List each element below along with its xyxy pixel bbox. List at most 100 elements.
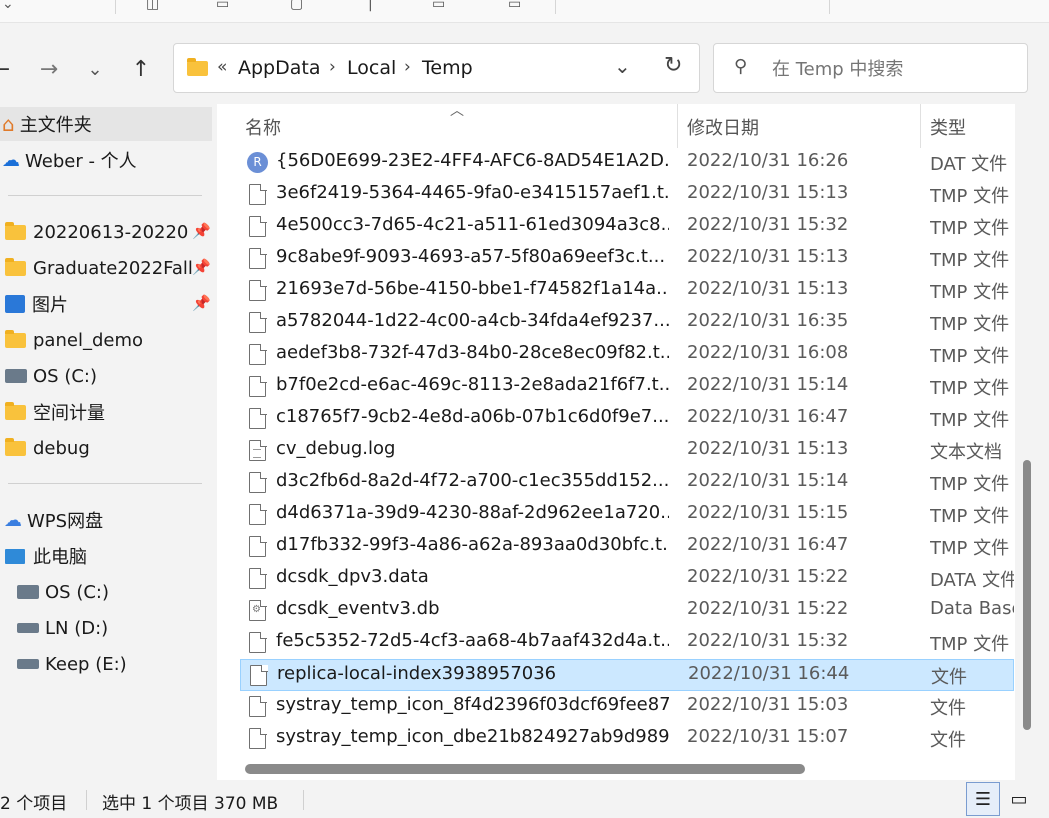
- file-type: TMP 文件: [930, 186, 1010, 207]
- sidebar-item-onedrive[interactable]: ☁ Weber - 个人: [0, 143, 137, 177]
- column-header-type[interactable]: 类型: [930, 114, 966, 140]
- horizontal-scrollbar[interactable]: [245, 764, 805, 774]
- sidebar-item-wps[interactable]: ☁ WPS网盘: [0, 503, 103, 537]
- file-row[interactable]: d3c2fb6d-8a2d-4f72-a700-c1ec355dd152....…: [240, 467, 1014, 499]
- share-icon[interactable]: |: [368, 0, 373, 12]
- file-icon: [249, 631, 267, 653]
- toolbar-icon[interactable]: ⌄: [2, 0, 14, 12]
- column-divider[interactable]: [920, 104, 921, 148]
- sidebar-item-label: Keep (E:): [45, 653, 127, 675]
- file-name: {56D0E699-23E2-4FF4-AFC6-8AD54E1A2D...: [276, 150, 669, 171]
- breadcrumb-local[interactable]: Local: [347, 57, 396, 79]
- sidebar-item-label: OS (C:): [45, 581, 109, 603]
- sidebar-divider: [8, 195, 202, 196]
- file-type: TMP 文件: [930, 410, 1010, 431]
- file-row[interactable]: fe5c5352-72d5-4cf3-aa68-4b7aaf432d4a.t..…: [240, 627, 1014, 659]
- file-icon: [249, 535, 267, 557]
- sidebar-item-label: 此电脑: [33, 547, 87, 568]
- file-row[interactable]: dcsdk_eventv3.db 2022/10/31 15:22 Data Bas…: [240, 595, 1014, 627]
- status-divider: [303, 790, 304, 810]
- breadcrumb-separator[interactable]: ›: [404, 57, 411, 77]
- chevron-down-icon: ⌄: [87, 58, 103, 80]
- file-row[interactable]: 3e6f2419-5364-4465-9fa0-e3415157aef1.t..…: [240, 179, 1014, 211]
- breadcrumb-separator[interactable]: ›: [329, 57, 336, 77]
- sidebar-item-debug[interactable]: debug: [0, 431, 90, 465]
- forward-button[interactable]: →: [32, 52, 66, 86]
- item-count: 2 个项目: [0, 794, 68, 814]
- file-row[interactable]: cv_debug.log 2022/10/31 15:13 文本文档: [240, 435, 1014, 467]
- breadcrumb-appdata[interactable]: AppData: [238, 57, 321, 79]
- file-type: TMP 文件: [930, 314, 1010, 335]
- tiles-view-button[interactable]: ▭: [1004, 782, 1034, 816]
- search-box[interactable]: ⚲: [713, 43, 1028, 93]
- file-icon: [249, 279, 267, 301]
- address-bar[interactable]: « AppData › Local › Temp ⌄ ↻: [173, 43, 700, 93]
- file-name: fe5c5352-72d5-4cf3-aa68-4b7aaf432d4a.t..…: [276, 630, 669, 651]
- drive-icon: [17, 623, 39, 633]
- search-input[interactable]: [770, 54, 1014, 84]
- file-type: Data Base: [930, 598, 1014, 619]
- column-header-name[interactable]: 名称: [245, 114, 281, 140]
- file-icon: [249, 343, 267, 365]
- file-type: TMP 文件: [930, 474, 1010, 495]
- sidebar-item-graduate2022fall[interactable]: Graduate2022Fall: [0, 251, 193, 285]
- refresh-icon[interactable]: ↻: [664, 53, 682, 78]
- file-type: TMP 文件: [930, 282, 1010, 303]
- file-row[interactable]: 4e500cc3-7d65-4c21-a511-61ed3094a3c8....…: [240, 211, 1014, 243]
- delete-icon[interactable]: ▭: [432, 0, 445, 12]
- recent-locations-button[interactable]: ⌄: [78, 52, 112, 86]
- sidebar-item-20220613[interactable]: 20220613-20220: [0, 215, 190, 249]
- file-row[interactable]: 21693e7d-56be-4150-bbe1-f74582f1a14a... 2…: [240, 275, 1014, 307]
- breadcrumb-overflow[interactable]: «: [217, 57, 227, 77]
- file-row[interactable]: 9c8abe9f-9093-4693-a57-5f80a69eef3c.t...…: [240, 243, 1014, 275]
- sidebar-item-home[interactable]: ⌂ 主文件夹: [0, 107, 212, 141]
- column-header-date[interactable]: 修改日期: [687, 114, 759, 140]
- sidebar-item-this-pc[interactable]: 此电脑: [0, 539, 87, 573]
- copy-icon[interactable]: ◫: [146, 0, 159, 12]
- vertical-scrollbar[interactable]: [1023, 460, 1031, 730]
- sidebar-item-pictures[interactable]: 图片: [0, 287, 68, 321]
- file-row[interactable]: systray_temp_icon_8f4d2396f03dcf69fee87.…: [240, 691, 1014, 723]
- file-row[interactable]: replica-local-index3938957036 2022/10/31 …: [240, 659, 1014, 691]
- sort-icon[interactable]: ▭: [508, 0, 521, 12]
- drive-icon: [17, 585, 39, 599]
- sidebar-item-label: 主文件夹: [19, 115, 92, 136]
- file-row[interactable]: R {56D0E699-23E2-4FF4-AFC6-8AD54E1A2D... 2…: [240, 147, 1014, 179]
- address-dropdown-icon[interactable]: ⌄: [614, 54, 631, 78]
- file-type: TMP 文件: [930, 378, 1010, 399]
- sidebar-item-label: OS (C:): [33, 365, 97, 387]
- sidebar-item-ln-d[interactable]: LN (D:): [0, 611, 108, 645]
- sidebar-item-os-c-pinned[interactable]: OS (C:): [0, 359, 97, 393]
- up-button[interactable]: ↑: [124, 52, 158, 86]
- folder-icon: [5, 257, 26, 276]
- sidebar-item-label: debug: [33, 437, 90, 459]
- drive-icon: [17, 659, 39, 669]
- file-date: 2022/10/31 16:35: [687, 310, 849, 331]
- home-icon: ⌂: [2, 112, 15, 136]
- file-date: 2022/10/31 16:44: [688, 663, 850, 684]
- file-row[interactable]: a5782044-1d22-4c00-a4cb-34fda4ef9237....…: [240, 307, 1014, 339]
- file-row[interactable]: d4d6371a-39d9-4230-88af-2d962ee1a720... 2…: [240, 499, 1014, 531]
- sidebar-item-keep-e[interactable]: Keep (E:): [0, 647, 127, 681]
- file-name: b7f0e2cd-e6ac-469c-8113-2e8ada21f6f7.t..…: [276, 374, 669, 395]
- column-divider[interactable]: [677, 104, 678, 148]
- sidebar-item-label: 图片: [32, 295, 68, 316]
- sidebar-item-panel-demo[interactable]: panel_demo: [0, 323, 143, 357]
- folder-icon: [5, 221, 26, 240]
- pin-icon: 📌: [192, 258, 211, 276]
- back-button[interactable]: ←: [0, 52, 18, 86]
- file-row[interactable]: c18765f7-9cb2-4e8d-a06b-07b1c6d0f9e7....…: [240, 403, 1014, 435]
- file-icon: [249, 311, 267, 333]
- file-row[interactable]: dcsdk_dpv3.data 2022/10/31 15:22 DATA 文件: [240, 563, 1014, 595]
- rename-icon[interactable]: ▢: [290, 0, 303, 12]
- file-row[interactable]: b7f0e2cd-e6ac-469c-8113-2e8ada21f6f7.t..…: [240, 371, 1014, 403]
- sidebar-item-spatial[interactable]: 空间计量: [0, 395, 105, 429]
- sidebar-item-os-c[interactable]: OS (C:): [0, 575, 109, 609]
- file-type: 文件: [931, 667, 967, 688]
- breadcrumb-temp[interactable]: Temp: [422, 57, 473, 79]
- file-row[interactable]: aedef3b8-732f-47d3-84b0-28ce8ec09f82.t..…: [240, 339, 1014, 371]
- details-view-button[interactable]: ☰: [966, 782, 1000, 816]
- file-row[interactable]: systray_temp_icon_dbe21b824927ab9d989...…: [240, 723, 1014, 755]
- paste-icon[interactable]: ▭: [216, 0, 229, 12]
- file-row[interactable]: d17fb332-99f3-4a86-a62a-893aa0d30bfc.t..…: [240, 531, 1014, 563]
